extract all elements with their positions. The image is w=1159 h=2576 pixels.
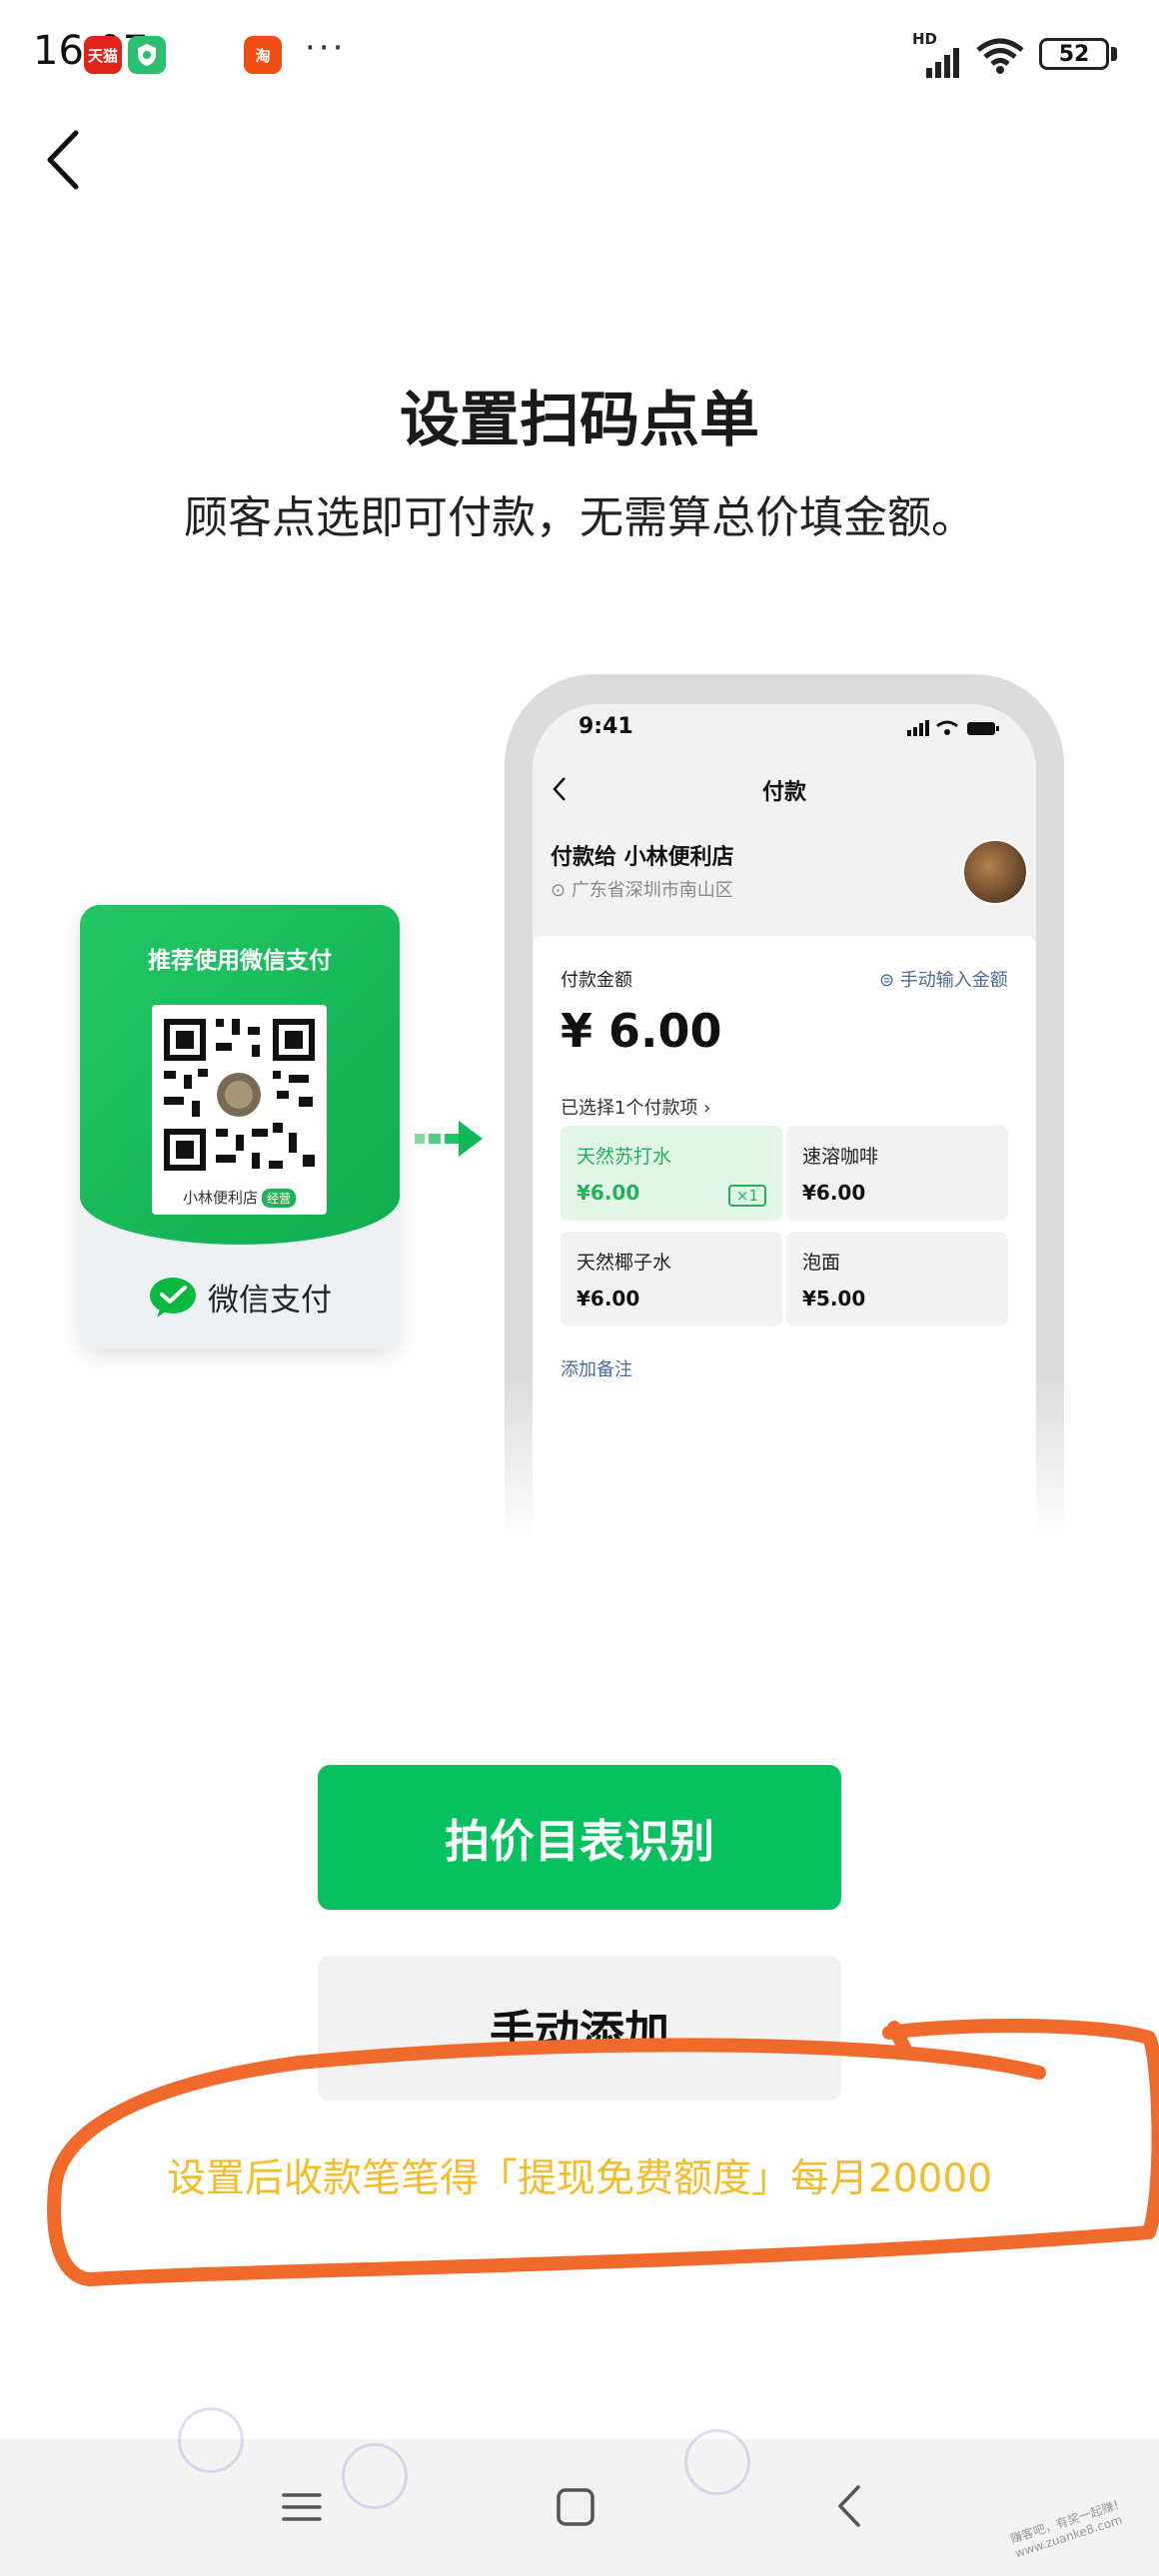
page-title: 设置扫码点单 bbox=[400, 386, 759, 455]
phone-time: 9:41 bbox=[579, 714, 633, 739]
promo-hint: 设置后收款笔笔得「提现免费额度」每月20000 bbox=[166, 2156, 993, 2201]
qr-stand-illustration: 推荐使用微信支付 小林便利店 经营 微信支付 bbox=[80, 905, 400, 1349]
payment-amount: ¥ 6.00 bbox=[561, 1004, 722, 1058]
shop-avatar bbox=[962, 839, 1028, 905]
menu-item-card: 天然椰子水 ¥6.00 bbox=[561, 1232, 782, 1326]
menu-icon[interactable] bbox=[282, 2487, 322, 2527]
phone-fade-overlay bbox=[480, 1378, 1099, 1578]
back-arrow-icon[interactable] bbox=[38, 125, 98, 195]
amount-label: 付款金额 bbox=[561, 970, 632, 991]
touch-ripple bbox=[342, 2443, 408, 2509]
menu-item-price: ¥5.00 bbox=[802, 1287, 866, 1310]
battery-indicator: 52 bbox=[1039, 38, 1109, 70]
phone-page-title: 付款 bbox=[761, 780, 806, 805]
phone-address: ⊙ 广东省深圳市南山区 bbox=[551, 876, 733, 902]
menu-item-card: 泡面 ¥5.00 bbox=[786, 1232, 1008, 1326]
page-subtitle: 顾客点选即可付款，无需算总价填金额。 bbox=[184, 492, 975, 543]
nav-back-icon[interactable] bbox=[834, 2483, 864, 2529]
location-pin-icon: ⊙ bbox=[551, 880, 572, 901]
selected-summary: 已选择1个付款项 › bbox=[561, 1098, 711, 1119]
shield-app-icon bbox=[128, 36, 166, 74]
menu-item-price: ¥6.00 bbox=[802, 1181, 866, 1205]
signal-icon bbox=[926, 48, 959, 78]
wechat-pay-label: 微信支付 bbox=[208, 1283, 332, 1318]
menu-item-name: 天然苏打水 bbox=[577, 1146, 672, 1168]
wechat-pay-brand: 微信支付 bbox=[80, 1275, 400, 1319]
manual-amount-link: ⊜ 手动输入金额 bbox=[879, 966, 1008, 992]
qr-shop-label: 小林便利店 经营 bbox=[152, 1187, 327, 1208]
phone-status-icons bbox=[907, 720, 999, 736]
home-icon[interactable] bbox=[556, 2487, 595, 2527]
menu-item-name: 泡面 bbox=[802, 1252, 841, 1274]
taobao-app-icon: 淘 bbox=[244, 36, 282, 74]
tmall-app-icon: 天猫 bbox=[84, 36, 122, 74]
manual-amount-text: 手动输入金额 bbox=[899, 970, 1008, 991]
menu-item-card: 速溶咖啡 ¥6.00 bbox=[786, 1126, 1008, 1221]
touch-ripple bbox=[178, 2407, 244, 2473]
manual-add-button[interactable]: 手动添加 bbox=[318, 1956, 841, 2101]
menu-item-card: 天然苏打水 ¥6.00 ×1 bbox=[561, 1126, 782, 1221]
menu-item-price: ¥6.00 bbox=[577, 1287, 640, 1310]
manual-amount-icon: ⊜ bbox=[879, 970, 900, 991]
menu-item-name: 速溶咖啡 bbox=[802, 1146, 879, 1168]
phone-payee: 付款给 小林便利店 bbox=[551, 845, 734, 870]
phone-address-text: 广东省深圳市南山区 bbox=[571, 880, 733, 901]
menu-item-qty: ×1 bbox=[727, 1185, 766, 1207]
scan-price-list-button[interactable]: 拍价目表识别 bbox=[318, 1765, 841, 1910]
qr-stand-header: 推荐使用微信支付 bbox=[148, 948, 332, 974]
menu-item-name: 天然椰子水 bbox=[577, 1252, 672, 1274]
manual-add-label: 手动添加 bbox=[489, 2006, 669, 2059]
wechat-pay-icon bbox=[150, 1277, 196, 1317]
wifi-icon bbox=[976, 38, 1024, 74]
qr-shop-badge: 经营 bbox=[262, 1189, 297, 1208]
qr-code: 小林便利店 经营 bbox=[152, 1005, 327, 1215]
qr-code-icon bbox=[164, 1019, 315, 1171]
touch-ripple bbox=[684, 2429, 750, 2495]
battery-tip bbox=[1111, 47, 1117, 61]
more-notifications-icon: ··· bbox=[305, 28, 347, 68]
qr-shop-name: 小林便利店 bbox=[182, 1189, 258, 1207]
green-arrow-icon bbox=[415, 1121, 483, 1157]
